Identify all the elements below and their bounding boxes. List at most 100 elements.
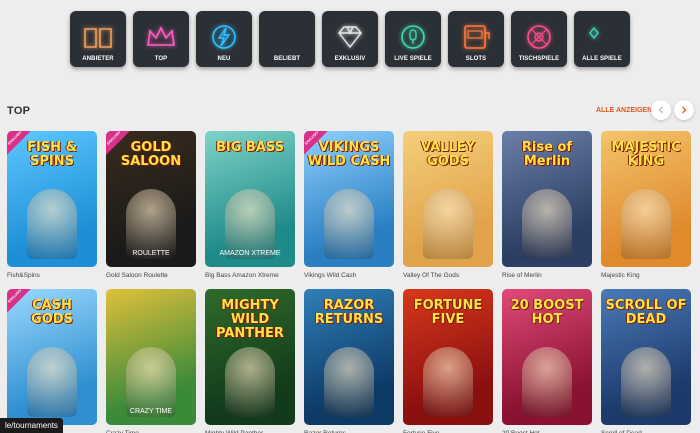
carousel-prev-button[interactable] xyxy=(651,100,671,120)
game-logo-text: 20 BOOST HOT xyxy=(510,298,584,327)
category-label: EXKLUSIV xyxy=(334,56,366,62)
game-card[interactable]: MIGHTY WILD PANTHERMighty Wild Panther xyxy=(205,289,295,433)
exclusive-badge-label: EXKLUSIV xyxy=(304,131,320,146)
game-thumbnail[interactable]: BIG BASS AMAZON XTREME xyxy=(205,131,295,267)
category-beliebt-button[interactable]: BELIEBT xyxy=(259,11,315,67)
game-thumbnail[interactable]: CASH GODS EXKLUSIV xyxy=(7,289,97,425)
category-bar: ANBIETER TOP NEU BELIEBT EXKLUSIV LIVE SPIELE… xyxy=(70,11,630,67)
carousel-next-button[interactable] xyxy=(674,100,694,120)
category-label: LIVE SPIELE xyxy=(394,56,432,62)
game-card[interactable]: CRAZY TIMECrazy Time xyxy=(106,289,196,433)
game-thumbnail[interactable]: GOLD SALOON ROULETTE EXKLUSIV xyxy=(106,131,196,267)
game-title[interactable]: Rise of Merlin xyxy=(502,272,592,279)
game-artwork xyxy=(423,189,473,259)
game-artwork xyxy=(621,189,671,259)
slot-machine-icon xyxy=(464,25,490,49)
game-logo-subtitle: AMAZON XTREME xyxy=(219,250,281,257)
games-grid: FISH & SPINS EXKLUSIV Fish&Spins GOLD SALOO… xyxy=(7,131,691,433)
game-thumbnail[interactable]: RAZOR RETURNS xyxy=(304,289,394,425)
exclusive-badge: EXKLUSIV xyxy=(106,131,130,155)
category-top-button[interactable]: TOP xyxy=(133,11,189,67)
game-artwork xyxy=(324,189,374,259)
game-title[interactable]: Vikings Wild Cash xyxy=(304,272,394,279)
game-artwork xyxy=(126,347,176,417)
status-bar-url: le/tournaments xyxy=(0,418,63,433)
category-label: BELIEBT xyxy=(273,56,301,62)
game-artwork xyxy=(27,347,77,417)
chevron-left-icon xyxy=(658,106,663,114)
game-logo-text: FORTUNE FIVE xyxy=(413,298,483,327)
game-thumbnail[interactable]: VALLEY GODS xyxy=(403,131,493,267)
game-title[interactable]: Big Bass Amazon Xtreme xyxy=(205,272,295,279)
game-thumbnail[interactable]: FORTUNE FIVE xyxy=(403,289,493,425)
game-artwork xyxy=(324,347,374,417)
microphone-icon xyxy=(401,25,425,49)
category-anbieter-button[interactable]: ANBIETER xyxy=(70,11,126,67)
game-card[interactable]: CASH GODSEXKLUSIVCash of Gods xyxy=(7,289,97,433)
game-card[interactable]: VIKINGS WILD CASH EXKLUSIV Vikings Wild Ca… xyxy=(304,131,394,279)
category-alle-spiele-button[interactable]: ALLE SPIELE xyxy=(574,11,630,67)
games-row: FISH & SPINS EXKLUSIV Fish&Spins GOLD SALOO… xyxy=(7,131,691,279)
game-thumbnail[interactable]: 20 BOOST HOT xyxy=(502,289,592,425)
exclusive-badge-label: EXKLUSIV xyxy=(7,131,23,146)
book-icon xyxy=(84,28,112,48)
game-card[interactable]: GOLD SALOON ROULETTE EXKLUSIV Gold Saloon R… xyxy=(106,131,196,279)
exclusive-badge: EXKLUSIV xyxy=(304,131,328,155)
game-logo-text: SCROLL OF DEAD xyxy=(605,298,687,327)
game-artwork xyxy=(225,347,275,417)
game-thumbnail[interactable]: Rise of Merlin xyxy=(502,131,592,267)
game-logo-text: MIGHTY WILD PANTHER xyxy=(216,298,284,341)
game-artwork xyxy=(522,347,572,417)
game-artwork xyxy=(126,189,176,259)
game-title[interactable]: Majestic King xyxy=(601,272,691,279)
game-thumbnail[interactable]: MIGHTY WILD PANTHER xyxy=(205,289,295,425)
lightning-icon xyxy=(212,25,236,49)
exclusive-badge-label: EXKLUSIV xyxy=(7,289,23,304)
game-logo-text: BIG BASS xyxy=(215,140,285,155)
game-card[interactable]: 20 BOOST HOT20 Boost Hot xyxy=(502,289,592,433)
category-label: TOP xyxy=(154,56,168,62)
game-title[interactable]: Gold Saloon Roulette xyxy=(106,272,196,279)
game-logo-text: MAJESTIC KING xyxy=(611,140,681,169)
game-artwork xyxy=(423,347,473,417)
game-card[interactable]: BIG BASS AMAZON XTREME Big Bass Amazon Xtr… xyxy=(205,131,295,279)
exclusive-badge: EXKLUSIV xyxy=(7,131,31,155)
game-card[interactable]: RAZOR RETURNSRazor Returns xyxy=(304,289,394,433)
game-title[interactable]: Valley Of The Gods xyxy=(403,272,493,279)
game-artwork xyxy=(621,347,671,417)
game-thumbnail[interactable]: CRAZY TIME xyxy=(106,289,196,425)
section-title: TOP xyxy=(7,105,31,117)
flame-icon xyxy=(270,23,304,51)
game-artwork xyxy=(225,189,275,259)
game-title[interactable]: Fish&Spins xyxy=(7,272,97,279)
category-neu-button[interactable]: NEU xyxy=(196,11,252,67)
game-thumbnail[interactable]: VIKINGS WILD CASH EXKLUSIV xyxy=(304,131,394,267)
game-card[interactable]: MAJESTIC KING Majestic King xyxy=(601,131,691,279)
game-logo-text: Rise of Merlin xyxy=(521,140,573,169)
game-artwork xyxy=(27,189,77,259)
game-card[interactable]: SCROLL OF DEADScroll of Dead xyxy=(601,289,691,433)
card-suits-icon xyxy=(585,23,619,51)
show-all-link[interactable]: ALLE ANZEIGEN xyxy=(596,107,652,114)
game-card[interactable]: FISH & SPINS EXKLUSIV Fish&Spins xyxy=(7,131,97,279)
game-thumbnail[interactable]: MAJESTIC KING xyxy=(601,131,691,267)
game-logo-text: VALLEY GODS xyxy=(420,140,476,169)
roulette-icon xyxy=(527,25,551,49)
category-label: SLOTS xyxy=(465,56,487,62)
game-thumbnail[interactable]: SCROLL OF DEAD xyxy=(601,289,691,425)
category-label: NEU xyxy=(217,56,231,62)
category-live-spiele-button[interactable]: LIVE SPIELE xyxy=(385,11,441,67)
category-tischspiele-button[interactable]: TISCHSPIELE xyxy=(511,11,567,67)
exclusive-badge-label: EXKLUSIV xyxy=(106,131,122,146)
category-slots-button[interactable]: SLOTS xyxy=(448,11,504,67)
game-logo-subtitle: ROULETTE xyxy=(132,250,170,257)
game-thumbnail[interactable]: FISH & SPINS EXKLUSIV xyxy=(7,131,97,267)
game-card[interactable]: FORTUNE FIVEFortune Five xyxy=(403,289,493,433)
games-row: CASH GODSEXKLUSIVCash of GodsCRAZY TIMEC… xyxy=(7,289,691,433)
crown-icon xyxy=(147,26,175,46)
category-exklusiv-button[interactable]: EXKLUSIV xyxy=(322,11,378,67)
game-card[interactable]: VALLEY GODS Valley Of The Gods xyxy=(403,131,493,279)
category-label: TISCHSPIELE xyxy=(518,56,560,62)
game-card[interactable]: Rise of Merlin Rise of Merlin xyxy=(502,131,592,279)
category-label: ANBIETER xyxy=(82,56,114,62)
